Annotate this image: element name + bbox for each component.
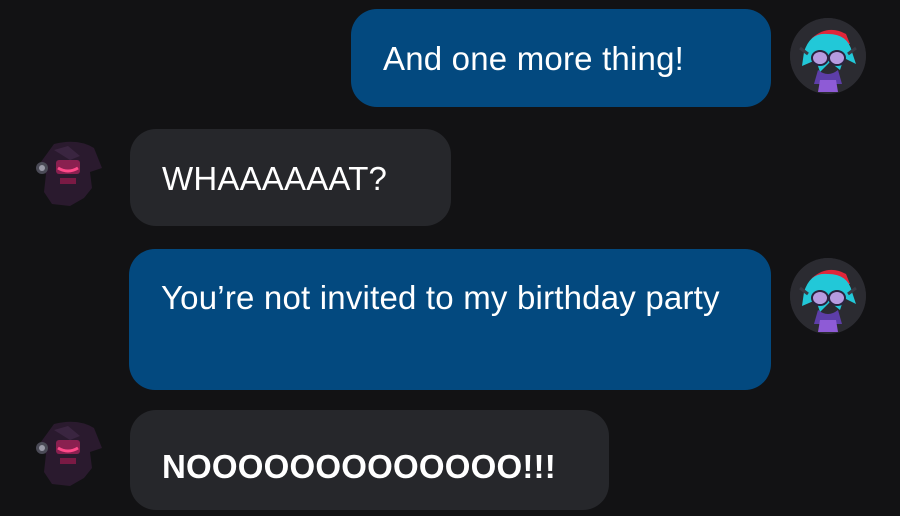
message-bubble-sent[interactable]: And one more thing! — [351, 9, 771, 107]
sender-avatar-icon[interactable] — [790, 258, 866, 334]
message-text: WHAAAAAAT? — [162, 160, 388, 197]
receiver-avatar-icon[interactable] — [30, 418, 106, 494]
message-bubble-sent[interactable]: You’re not invited to my birthday party — [129, 249, 771, 390]
message-text: You’re not invited to my birthday party — [161, 279, 720, 316]
receiver-avatar-icon[interactable] — [30, 138, 106, 214]
sender-avatar-icon[interactable] — [790, 18, 866, 94]
message-text: NOOOOOOOOOOOOO!!! — [162, 448, 556, 485]
message-bubble-received[interactable]: NOOOOOOOOOOOOO!!! — [130, 410, 609, 510]
message-text: And one more thing! — [383, 40, 684, 77]
message-bubble-received[interactable]: WHAAAAAAT? — [130, 129, 451, 226]
